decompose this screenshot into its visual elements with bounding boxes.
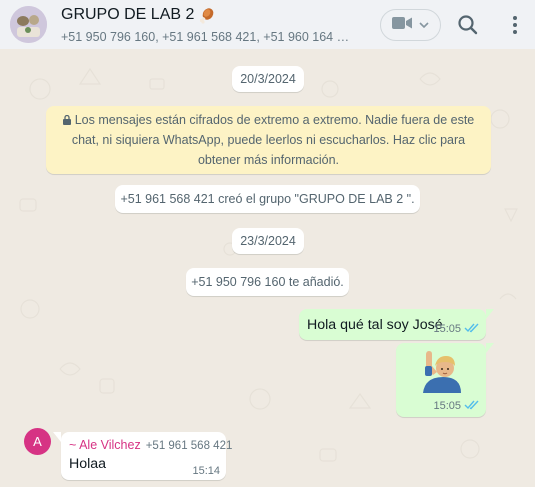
group-created-notice: +51 961 568 421 creó el grupo "GRUPO DE … [115, 185, 420, 213]
message-time: 15:14 [192, 465, 220, 477]
message-text: Holaa [69, 456, 107, 472]
avatar[interactable]: A [24, 428, 51, 455]
date-separator: 20/3/2024 [232, 66, 304, 92]
video-call-button[interactable] [380, 9, 441, 41]
vertical-dots-icon [503, 16, 527, 42]
group-avatar[interactable] [10, 6, 47, 43]
group-members: +51 950 796 160, +51 961 568 421, +51 96… [61, 30, 356, 44]
sender-name[interactable]: ~ Ale Vilchez [69, 438, 141, 452]
person-raising-hand-emoji [419, 349, 461, 393]
lock-icon [62, 111, 71, 125]
group-created-text: +51 961 568 421 creó el grupo "GRUPO DE … [120, 192, 415, 206]
group-title: GRUPO DE LAB 2 [61, 6, 195, 23]
outgoing-sticker-message[interactable]: 15:05 [396, 343, 494, 417]
search-button[interactable] [455, 12, 481, 38]
chicken-leg-emoji [198, 6, 216, 24]
date-separator: 23/3/2024 [232, 228, 304, 254]
sender-phone: +51 961 568 421 [145, 440, 233, 452]
menu-button[interactable] [503, 12, 527, 38]
double-check-icon [464, 322, 480, 336]
date-label: 23/3/2024 [240, 234, 296, 248]
added-notice: +51 950 796 160 te añadió. [186, 268, 349, 296]
message-text: Hola qué tal soy José [307, 317, 443, 333]
message-time: 15:05 [433, 400, 461, 412]
double-check-icon [464, 399, 480, 413]
search-icon [455, 15, 481, 42]
chevron-down-icon [419, 16, 429, 34]
message-time: 15:05 [433, 323, 461, 335]
encryption-notice-text: Los mensajes están cifrados de extremo a… [71, 113, 475, 167]
outgoing-message[interactable]: Hola qué tal soy José 15:05 [299, 309, 494, 340]
video-camera-icon [392, 16, 412, 35]
added-notice-text: +51 950 796 160 te añadió. [191, 275, 344, 289]
date-label: 20/3/2024 [240, 72, 296, 86]
chat-header[interactable]: GRUPO DE LAB 2 +51 950 796 160, +51 961 … [0, 0, 535, 49]
avatar-letter: A [33, 434, 42, 449]
incoming-message[interactable]: ~ Ale Vilchez +51 961 568 421 Holaa 15:1… [53, 432, 232, 480]
encryption-notice[interactable]: Los mensajes están cifrados de extremo a… [46, 106, 491, 174]
